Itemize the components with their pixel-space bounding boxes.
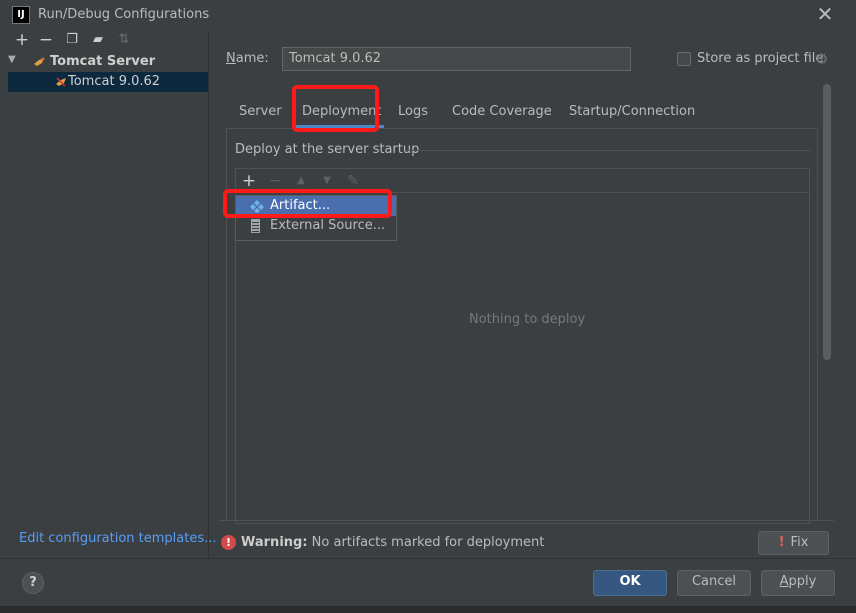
add-deployment-icon[interactable]: +: [240, 172, 258, 190]
add-icon[interactable]: +: [12, 30, 32, 50]
store-as-project-file-checkbox[interactable]: [677, 52, 691, 66]
warning-message: Warning: No artifacts marked for deploym…: [241, 535, 544, 550]
gear-icon[interactable]: ⚙: [815, 50, 828, 68]
edit-configuration-templates-link[interactable]: Edit configuration templates...: [19, 531, 217, 546]
tomcat-icon: [34, 57, 45, 66]
tree-item-tomcat-config[interactable]: Tomcat 9.0.62: [8, 72, 208, 92]
chevron-down-icon[interactable]: ▼: [8, 54, 20, 65]
help-button[interactable]: ?: [22, 572, 44, 594]
ok-button[interactable]: OK: [593, 570, 667, 596]
highlight-box-artifact-item: [223, 189, 392, 218]
tab-code-coverage[interactable]: Code Coverage: [452, 104, 552, 119]
tree-node-tomcat-server[interactable]: ▼ Tomcat Server: [6, 52, 206, 72]
configurations-sidebar: + − ❐ ▰ ⇅: [8, 30, 208, 558]
tab-logs[interactable]: Logs: [398, 104, 428, 119]
cancel-button[interactable]: Cancel: [677, 570, 751, 596]
move-up-icon: ▲: [297, 175, 305, 186]
remove-icon: −: [269, 173, 281, 189]
warning-text: No artifacts marked for deployment: [307, 535, 545, 550]
tomcat-icon: [56, 77, 66, 87]
tab-startup-connection[interactable]: Startup/Connection: [569, 104, 695, 119]
external-source-icon: [251, 219, 260, 233]
sort-icon: ⇅: [118, 32, 130, 47]
deploy-section-title: Deploy at the server startup: [235, 142, 420, 157]
apply-button[interactable]: Apply: [761, 570, 835, 596]
tree-item-label: Tomcat 9.0.62: [68, 74, 161, 89]
bottom-separator: [0, 558, 856, 559]
fix-button[interactable]: ! Fix: [758, 531, 829, 555]
remove-icon[interactable]: −: [36, 30, 56, 50]
name-label: Name:: [226, 51, 269, 66]
name-input[interactable]: Tomcat 9.0.62: [282, 47, 631, 71]
error-icon: !: [221, 535, 236, 550]
bulb-icon: !: [778, 535, 785, 550]
scrollbar-thumb[interactable]: [823, 84, 831, 360]
window-title: Run/Debug Configurations: [38, 7, 210, 22]
window-frame-bottom: [0, 606, 856, 613]
tab-server[interactable]: Server: [239, 104, 282, 119]
warning-prefix: Warning:: [241, 535, 308, 550]
fix-button-label: Fix: [790, 535, 809, 550]
warning-divider: [219, 520, 834, 521]
empty-list-text: Nothing to deploy: [469, 312, 586, 327]
name-label-text: ame:: [235, 51, 269, 66]
tree-node-label: Tomcat Server: [50, 54, 156, 69]
apply-button-label: pply: [788, 574, 817, 589]
highlight-box-deployment-tab: [292, 85, 379, 132]
popup-item-label: External Source...: [270, 218, 386, 233]
edit-pencil-icon: ✎: [347, 173, 359, 189]
section-title-divider: [405, 150, 811, 151]
popup-item-external-source[interactable]: External Source...: [236, 216, 396, 236]
folder-icon[interactable]: ▰: [88, 30, 108, 50]
intellij-app-icon: IJ: [12, 6, 30, 24]
panel-divider[interactable]: [208, 30, 209, 558]
store-as-project-file-label[interactable]: Store as project file: [697, 51, 823, 66]
close-icon[interactable]: ✕: [814, 3, 836, 25]
move-down-icon: ▼: [323, 175, 331, 186]
copy-icon[interactable]: ❐: [62, 30, 82, 50]
